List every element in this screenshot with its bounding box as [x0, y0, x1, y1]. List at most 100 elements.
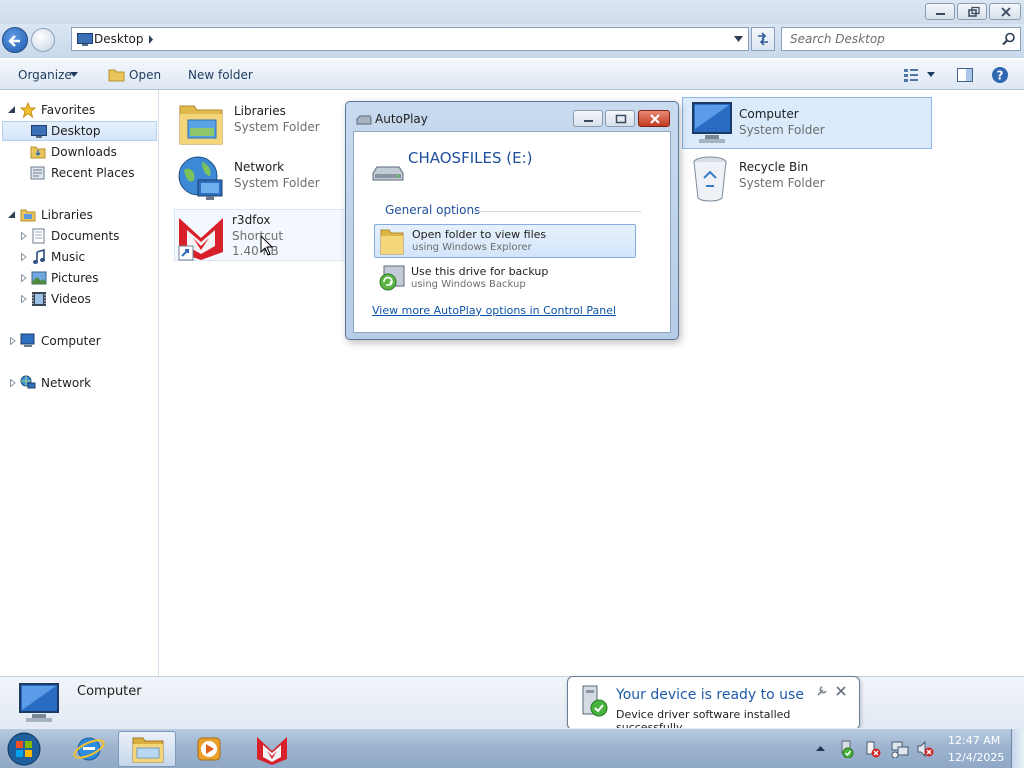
minimize-button[interactable] — [925, 3, 955, 20]
restore-button[interactable] — [957, 3, 987, 20]
organize-button[interactable]: Organize — [18, 68, 72, 82]
nav-downloads[interactable]: Downloads — [0, 142, 158, 162]
navigation-pane: Favorites Desktop Downloads Recent Place… — [0, 90, 159, 676]
balloon-close-icon[interactable] — [836, 686, 846, 696]
view-dropdown-icon[interactable] — [927, 72, 935, 77]
computer-monitor-icon — [19, 683, 59, 722]
search-input[interactable]: Search Desktop — [781, 27, 1021, 51]
taskbar-r3dfox[interactable] — [243, 731, 301, 767]
help-icon[interactable]: ? — [991, 66, 1009, 84]
mouse-cursor — [260, 235, 274, 256]
address-dropdown-icon[interactable] — [734, 36, 743, 42]
taskbar: 12:47 AM 12/4/2025 — [0, 728, 1024, 768]
nav-music[interactable]: Music — [0, 247, 158, 267]
back-button[interactable] — [2, 27, 28, 53]
item-libraries-type: System Folder — [234, 120, 320, 134]
nav-favorites-label: Favorites — [41, 103, 96, 117]
autoplay-minimize-button[interactable] — [573, 110, 603, 127]
refresh-button[interactable] — [751, 27, 775, 51]
show-hidden-icons-icon[interactable] — [816, 745, 825, 752]
option-backup-sub: using Windows Backup — [411, 279, 526, 290]
pictures-icon — [31, 271, 47, 285]
downloads-folder-icon — [30, 146, 46, 159]
nav-libraries-label: Libraries — [41, 208, 93, 222]
nav-documents-label: Documents — [51, 229, 120, 243]
computer-icon — [20, 333, 35, 347]
clock-date[interactable]: 12/4/2025 — [948, 751, 1004, 764]
taskbar-internet-explorer[interactable] — [60, 731, 118, 767]
close-button[interactable] — [989, 3, 1021, 20]
option-open-folder[interactable]: Open folder to view files using Windows … — [374, 224, 636, 258]
media-player-icon — [197, 737, 221, 761]
item-computer[interactable]: Computer System Folder — [682, 97, 932, 149]
r3dfox-app-icon — [257, 737, 287, 765]
search-icon[interactable] — [1002, 32, 1016, 46]
collapse-arrow-icon[interactable] — [8, 211, 16, 219]
breadcrumb-arrow-icon[interactable] — [148, 35, 154, 44]
change-view-icon[interactable] — [903, 68, 919, 82]
autoplay-control-panel-link[interactable]: View more AutoPlay options in Control Pa… — [372, 304, 616, 317]
organize-dropdown-icon[interactable] — [70, 72, 78, 77]
computer-monitor-icon — [692, 102, 732, 143]
folder-icon — [380, 229, 404, 255]
drive-small-icon — [356, 115, 372, 125]
network-icon — [20, 375, 36, 389]
nav-recent-places[interactable]: Recent Places — [0, 163, 158, 183]
expand-arrow-icon[interactable] — [21, 253, 27, 261]
forward-button[interactable] — [31, 28, 55, 52]
nav-computer[interactable]: Computer — [0, 331, 158, 351]
address-bar[interactable]: Desktop — [71, 27, 749, 51]
balloon-title: Your device is ready to use — [616, 687, 804, 703]
windows-backup-icon — [379, 265, 405, 291]
start-button[interactable] — [3, 730, 45, 768]
nav-desktop[interactable]: Desktop — [2, 121, 157, 141]
clock-time[interactable]: 12:47 AM — [948, 734, 1000, 747]
item-recycle-bin[interactable]: Recycle Bin System Folder — [686, 154, 934, 206]
nav-videos[interactable]: Videos — [0, 289, 158, 309]
expand-arrow-icon[interactable] — [21, 274, 27, 282]
collapse-arrow-icon[interactable] — [8, 106, 16, 114]
option-backup[interactable]: Use this drive for backup using Windows … — [374, 260, 636, 294]
nav-pictures[interactable]: Pictures — [0, 268, 158, 288]
breadcrumb-desktop[interactable]: Desktop — [94, 32, 144, 46]
libraries-icon — [20, 209, 36, 222]
drive-title: CHAOSFILES (E:) — [408, 149, 533, 167]
network-status-icon[interactable] — [890, 740, 910, 758]
preview-pane-icon[interactable] — [957, 68, 973, 82]
safely-remove-hardware-icon[interactable] — [838, 740, 854, 758]
autoplay-maximize-button[interactable] — [605, 110, 635, 127]
windows-start-orb-icon — [7, 732, 41, 766]
taskbar-windows-explorer[interactable] — [118, 731, 176, 767]
group-divider — [473, 211, 641, 212]
expand-arrow-icon[interactable] — [21, 295, 27, 303]
nav-downloads-label: Downloads — [51, 145, 117, 159]
minimize-icon — [584, 120, 593, 122]
nav-computer-label: Computer — [41, 334, 101, 348]
expand-arrow-icon[interactable] — [10, 379, 16, 387]
volume-muted-icon[interactable] — [916, 740, 934, 758]
taskbar-media-player[interactable] — [180, 731, 238, 767]
open-button[interactable]: Open — [129, 68, 161, 82]
new-folder-button[interactable]: New folder — [188, 68, 253, 82]
restore-icon — [968, 6, 980, 17]
removable-drive-icon — [372, 166, 404, 181]
nav-network[interactable]: Network — [0, 373, 158, 393]
autoplay-dialog[interactable]: AutoPlay CHAOSFILES (E:) General options… — [345, 101, 679, 340]
close-icon — [1001, 7, 1011, 17]
refresh-icon — [758, 32, 768, 46]
wrench-icon[interactable] — [816, 685, 828, 697]
expand-arrow-icon[interactable] — [21, 232, 27, 240]
nav-favorites[interactable]: Favorites — [0, 100, 158, 120]
show-desktop-button[interactable] — [1011, 729, 1024, 768]
internet-explorer-icon — [73, 737, 105, 761]
nav-documents[interactable]: Documents — [0, 226, 158, 246]
notification-balloon[interactable]: Your device is ready to use Device drive… — [567, 676, 860, 734]
nav-libraries[interactable]: Libraries — [0, 205, 158, 225]
action-center-icon[interactable] — [864, 740, 882, 758]
item-recycle-bin-type: System Folder — [739, 176, 825, 190]
autoplay-close-button[interactable] — [638, 110, 670, 127]
expand-arrow-icon[interactable] — [10, 337, 16, 345]
svg-text:?: ? — [997, 69, 1004, 83]
option-open-folder-title: Open folder to view files — [412, 228, 547, 241]
navigation-bar: Desktop Search Desktop — [0, 24, 1024, 65]
